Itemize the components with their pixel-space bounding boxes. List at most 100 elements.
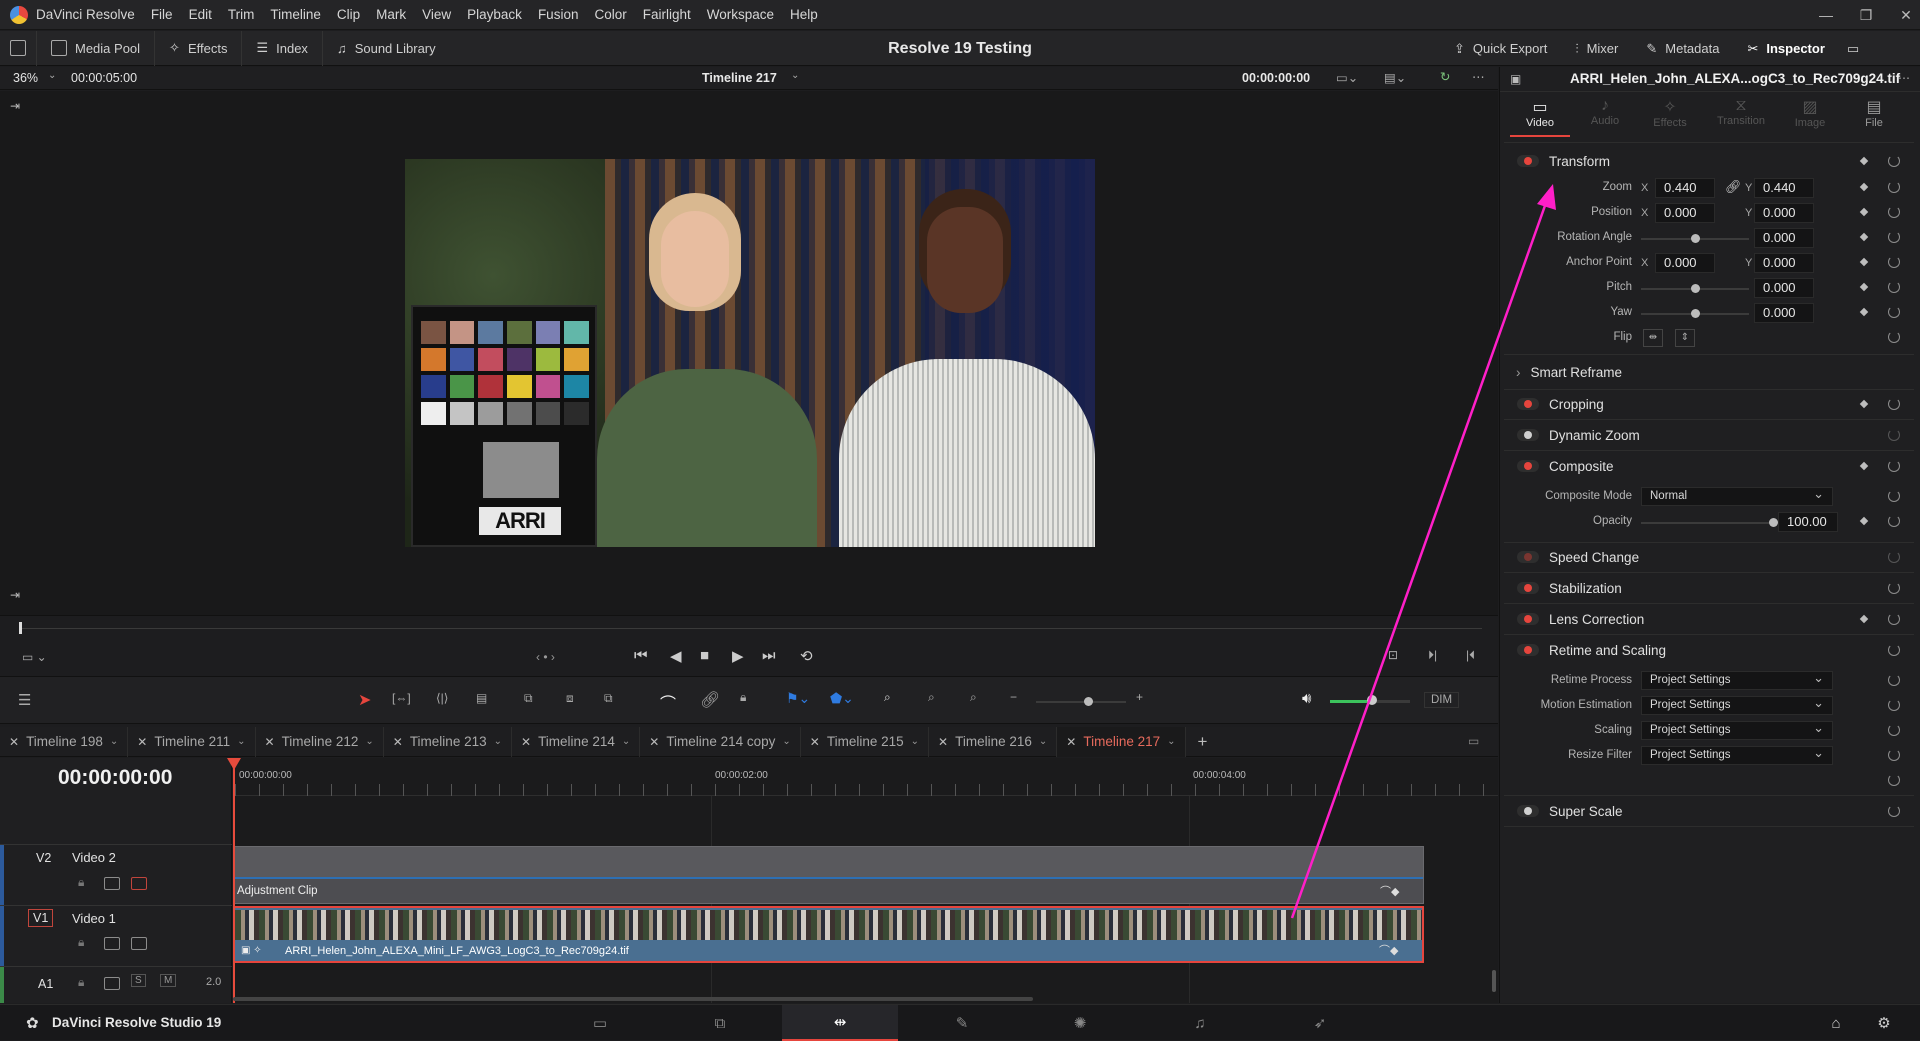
reset-icon[interactable] (1888, 724, 1900, 736)
reset-icon[interactable] (1888, 206, 1900, 218)
close-tab-icon[interactable]: ✕ (265, 735, 275, 749)
clip-curve-icon[interactable]: ⌒◆ (1379, 942, 1398, 958)
zoom-full-icon[interactable]: ⌕ (884, 690, 891, 705)
tab-timeline-212[interactable]: ✕ Timeline 212 ⌄ (256, 726, 384, 757)
clip-curve-icon[interactable]: ⌒◆ (1380, 883, 1399, 899)
timeline-timecode[interactable]: 00:00:00:00 (58, 766, 172, 790)
maximize-button[interactable]: ❐ (1846, 0, 1886, 30)
timeline-zoom-slider[interactable] (1036, 697, 1126, 706)
linked-selection-icon[interactable]: 🔗︎ (700, 690, 720, 710)
cropping-toggle[interactable] (1517, 398, 1539, 410)
keyframe-icon[interactable] (1859, 182, 1869, 192)
go-to-first-frame-icon[interactable]: ⇥ (10, 99, 20, 113)
reset-icon[interactable] (1888, 749, 1900, 761)
keyframe-icon[interactable] (1859, 207, 1869, 217)
viewer-more-icon[interactable]: ⋯ (1472, 69, 1485, 84)
metadata-button[interactable]: ✎ Metadata (1632, 31, 1733, 66)
menu-fairlight[interactable]: Fairlight (635, 7, 699, 22)
v1-disable-track-icon[interactable] (131, 937, 147, 950)
tab-chevron-icon[interactable]: ⌄ (911, 736, 919, 747)
marker-icon[interactable]: ⬟⌄ (830, 690, 854, 707)
viewer-layout-icon[interactable]: ▤⌄ (1384, 70, 1406, 85)
v2-disable-track-icon[interactable] (131, 877, 147, 890)
menu-timeline[interactable]: Timeline (262, 7, 329, 22)
menu-clip[interactable]: Clip (329, 7, 368, 22)
super-scale-section-header[interactable]: Super Scale (1500, 801, 1920, 821)
close-tab-icon[interactable]: ✕ (521, 735, 531, 749)
viewer-timeline-name[interactable]: Timeline 217 (702, 71, 777, 85)
tab-chevron-icon[interactable]: ⌄ (1039, 736, 1047, 747)
panel-toggle-button[interactable] (0, 30, 37, 66)
play-icon[interactable]: ▶ (732, 647, 744, 665)
reset-icon[interactable] (1888, 490, 1900, 502)
menu-edit[interactable]: Edit (181, 7, 220, 22)
link-icon[interactable]: 🔗︎ (1725, 179, 1742, 195)
retime-scaling-toggle[interactable] (1517, 644, 1539, 656)
loop-icon[interactable]: ⟲ (800, 647, 813, 665)
position-y-field[interactable]: 0.000 (1754, 203, 1814, 223)
reset-icon[interactable] (1888, 281, 1900, 293)
menu-workspace[interactable]: Workspace (699, 7, 782, 22)
index-button[interactable]: ☰ Index (242, 30, 323, 66)
cut-page-icon[interactable]: ⧉ (700, 1005, 740, 1041)
keyframe-icon[interactable] (1859, 516, 1869, 526)
yaw-slider[interactable] (1641, 309, 1749, 318)
stop-icon[interactable]: ■ (700, 647, 709, 664)
tab-chevron-icon[interactable]: ⌄ (365, 736, 373, 747)
tab-timeline-214[interactable]: ✕ Timeline 214 ⌄ (512, 726, 641, 757)
reset-icon[interactable] (1888, 429, 1900, 441)
close-tab-icon[interactable]: ✕ (649, 735, 659, 749)
fullscreen-panel-button[interactable]: ▭ (1839, 31, 1867, 66)
jump-to-start-icon[interactable]: ⏮ (634, 647, 648, 664)
stabilization-section-header[interactable]: Stabilization (1500, 578, 1920, 598)
playhead-handle[interactable] (227, 758, 241, 770)
fusion-page-icon[interactable]: ✎ (942, 1005, 982, 1041)
v2-track-name[interactable]: Video 2 (72, 850, 116, 865)
v1-track-name[interactable]: Video 1 (72, 911, 116, 926)
zoom-y-field[interactable]: 0.440 (1754, 178, 1814, 198)
opacity-slider[interactable] (1641, 518, 1778, 527)
flag-icon[interactable]: ⚑⌄ (786, 690, 810, 707)
speed-change-toggle[interactable] (1517, 551, 1539, 563)
inspector-tab-transition[interactable]: ⧖ Transition (1706, 97, 1776, 135)
dynamic-trim-icon[interactable]: ⟨|⟩ (436, 691, 448, 705)
dynamic-zoom-section-header[interactable]: Dynamic Zoom (1500, 425, 1920, 445)
anchor-x-field[interactable]: 0.000 (1655, 253, 1715, 273)
edit-page-icon[interactable]: ⇹ (782, 1005, 898, 1041)
stabilization-toggle[interactable] (1517, 582, 1539, 594)
tab-options-icon[interactable]: ▭ (1468, 734, 1479, 748)
scaling-dropdown[interactable]: Project Settings (1641, 719, 1833, 740)
timeline-playhead[interactable] (233, 758, 235, 1003)
go-to-last-frame-icon[interactable]: ⇥ (10, 588, 20, 602)
retime-scaling-section-header[interactable]: Retime and Scaling (1500, 640, 1920, 660)
media-page-icon[interactable]: ▭ (580, 1005, 620, 1041)
reset-icon[interactable] (1888, 699, 1900, 711)
tab-chevron-icon[interactable]: ⌄ (782, 736, 790, 747)
reset-icon[interactable] (1888, 644, 1900, 656)
mixer-button[interactable]: ⫶ Mixer (1561, 31, 1632, 66)
transform-toggle[interactable] (1517, 155, 1539, 167)
super-scale-toggle[interactable] (1517, 805, 1539, 817)
anchor-y-field[interactable]: 0.000 (1754, 253, 1814, 273)
zoom-out-icon[interactable]: − (1010, 690, 1017, 704)
keyframe-icon[interactable] (1859, 307, 1869, 317)
close-tab-icon[interactable]: ✕ (1066, 735, 1076, 749)
inspector-tab-video[interactable]: ▭ Video (1510, 97, 1570, 135)
zoom-detail-icon[interactable]: ⌕ (928, 690, 935, 705)
media-pool-button[interactable]: Media Pool (37, 30, 156, 66)
expand-chevron-icon[interactable]: › (1516, 365, 1521, 380)
pitch-slider[interactable] (1641, 284, 1749, 293)
match-frame-icon[interactable]: ⊡ (1388, 648, 1398, 662)
insert-clip-icon[interactable]: ⧉ (524, 691, 533, 706)
prev-edit-icon[interactable]: |⏴ (1466, 648, 1475, 663)
timeline-area[interactable]: 00:00:00:00 00:00:02:00 00:00:04:00 Adju… (227, 758, 1498, 1003)
tab-timeline-217[interactable]: ✕ Timeline 217 ⌄ (1057, 726, 1186, 757)
menu-trim[interactable]: Trim (220, 7, 263, 22)
opacity-field[interactable]: 100.00 (1778, 512, 1838, 532)
volume-knob[interactable] (1367, 695, 1377, 705)
inspector-tab-effects[interactable]: ✧ Effects (1640, 97, 1700, 135)
tab-timeline-216[interactable]: ✕ Timeline 216 ⌄ (929, 726, 1058, 757)
tab-chevron-icon[interactable]: ⌄ (494, 736, 502, 747)
reset-icon[interactable] (1888, 774, 1900, 786)
reset-icon[interactable] (1888, 613, 1900, 625)
